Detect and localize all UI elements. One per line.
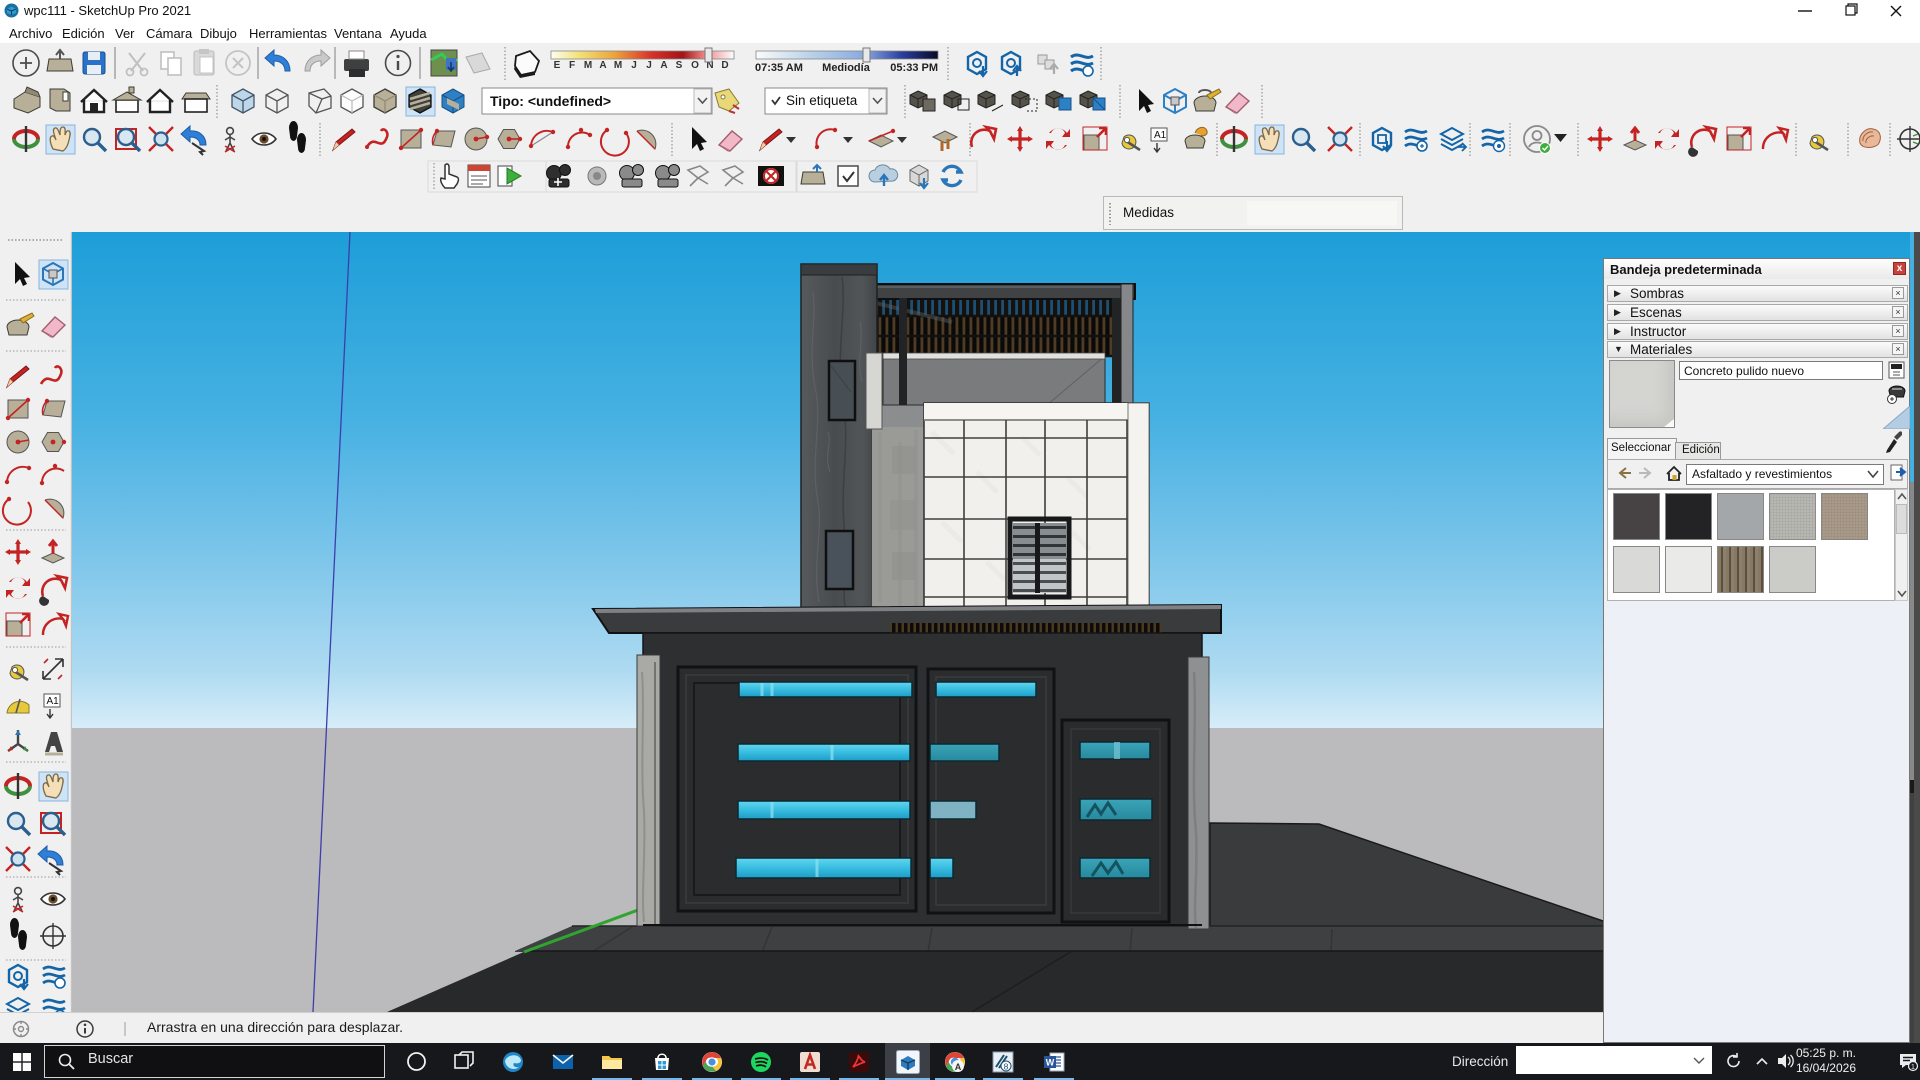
svg-text:A1: A1 <box>47 696 60 707</box>
svg-text:D: D <box>721 60 728 71</box>
svg-text:Sin etiqueta: Sin etiqueta <box>786 93 858 108</box>
svg-text:O: O <box>691 60 699 71</box>
svg-text:F: F <box>569 60 575 71</box>
svg-text:J: J <box>631 60 637 71</box>
svg-text:A: A <box>660 60 667 71</box>
svg-text:J: J <box>646 60 652 71</box>
svg-text:A1: A1 <box>1154 130 1167 141</box>
svg-text:A: A <box>599 60 606 71</box>
svg-text:05:33 PM: 05:33 PM <box>890 62 938 74</box>
svg-text:Mediodía: Mediodía <box>822 62 871 74</box>
svg-text:E: E <box>554 60 561 71</box>
svg-text:M: M <box>614 60 622 71</box>
svg-text:8: 8 <box>1004 1062 1009 1072</box>
svg-text:W: W <box>1046 1058 1055 1068</box>
svg-text:A: A <box>955 1062 962 1072</box>
svg-text:1: 1 <box>1911 1064 1915 1071</box>
svg-text:M: M <box>584 60 592 71</box>
svg-text:07:35 AM: 07:35 AM <box>755 62 803 74</box>
svg-text:Tipo: <undefined>: Tipo: <undefined> <box>490 93 611 109</box>
svg-text:S: S <box>676 60 683 71</box>
